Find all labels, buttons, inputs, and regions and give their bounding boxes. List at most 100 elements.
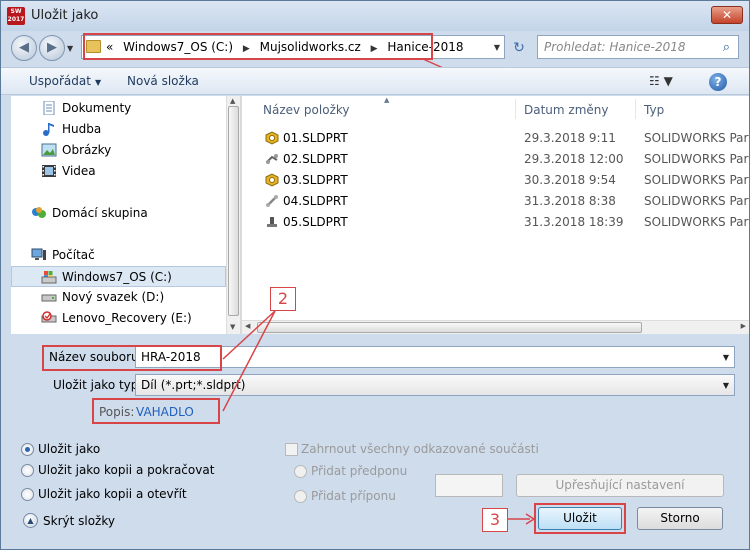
back-arrow-icon: ◀ <box>19 40 29 55</box>
filetype-label: Uložit jako typ: <box>53 378 143 392</box>
computer-icon <box>31 248 46 260</box>
sidebar-item-label: Lenovo_Recovery (E:) <box>62 311 192 325</box>
sidebar-item-homegroup[interactable]: Domácí skupina <box>11 203 226 224</box>
sidebar-item-label: Hudba <box>62 122 102 136</box>
file-row[interactable]: 03.SLDPRT 30.3.2018 9:54 SOLIDWORKS Part <box>242 170 749 191</box>
solidworks-part-icon <box>267 217 277 227</box>
sidebar-item-label: Obrázky <box>62 143 112 157</box>
file-date: 29.3.2018 12:00 <box>524 152 624 166</box>
scroll-right-icon[interactable]: ▶ <box>741 322 746 330</box>
hide-folders-button[interactable]: Skrýt složky <box>43 514 115 528</box>
sidebar-item-music[interactable]: Hudba <box>11 119 226 140</box>
file-name: 04.SLDPRT <box>283 194 348 208</box>
radio-add-prefix[interactable] <box>294 465 307 478</box>
homegroup-icon <box>32 207 46 218</box>
music-icon <box>43 123 54 136</box>
file-type: SOLIDWORKS Part <box>644 215 749 229</box>
search-icon[interactable]: ⌕ <box>723 40 730 55</box>
annotation-badge-2: 2 <box>270 287 296 311</box>
add-suffix-label: Přidat příponu <box>311 489 396 503</box>
file-type: SOLIDWORKS Part <box>644 194 749 208</box>
file-type: SOLIDWORKS Part <box>644 131 749 145</box>
sidebar-item-drive-d[interactable]: Nový svazek (D:) <box>11 287 226 308</box>
sidebar-item-drive-e[interactable]: Lenovo_Recovery (E:) <box>11 308 226 329</box>
column-header-date[interactable]: Datum změny <box>524 103 609 117</box>
toolbar: Uspořádat ▼ Nová složka ☷ ▼ ? <box>1 67 749 95</box>
collapse-folders-icon[interactable]: ▲ <box>23 513 38 528</box>
column-divider[interactable] <box>515 99 516 119</box>
radio-save-as[interactable] <box>21 443 34 456</box>
sidebar-item-documents[interactable]: Dokumenty <box>11 98 226 119</box>
column-divider[interactable] <box>635 99 636 119</box>
file-name: 03.SLDPRT <box>283 173 348 187</box>
sidebar-item-label: Videa <box>62 164 96 178</box>
options-panel: Uložit jako Uložit jako kopii a pokračov… <box>1 431 749 549</box>
back-button[interactable]: ◀ <box>11 35 37 61</box>
annotation-leader-3 <box>508 513 536 525</box>
help-icon[interactable]: ? <box>709 73 727 91</box>
sidebar-item-drive-c[interactable]: Windows7_OS (C:) <box>11 266 226 287</box>
solidworks-part-icon <box>266 154 278 164</box>
radio-add-suffix[interactable] <box>294 490 307 503</box>
radio-save-as-copy-continue[interactable] <box>21 464 34 477</box>
save-as-copy-continue-label[interactable]: Uložit jako kopii a pokračovat <box>38 463 214 477</box>
file-row[interactable]: 01.SLDPRT 29.3.2018 9:11 SOLIDWORKS Part <box>242 128 749 149</box>
address-dropdown-icon[interactable]: ▼ <box>494 43 500 52</box>
column-header-type[interactable]: Typ <box>644 103 664 117</box>
chevron-down-icon: ▼ <box>94 78 102 87</box>
drive-e-icon <box>41 311 57 323</box>
file-row[interactable]: 05.SLDPRT 31.3.2018 18:39 SOLIDWORKS Par… <box>242 212 749 233</box>
annotation-box-2a <box>42 345 222 371</box>
sidebar-item-videos[interactable]: Videa <box>11 161 226 182</box>
sidebar-item-computer[interactable]: Počítač <box>11 245 226 266</box>
file-date: 29.3.2018 9:11 <box>524 131 616 145</box>
organize-button[interactable]: Uspořádat ▼ <box>29 74 101 88</box>
sidebar-item-pictures[interactable]: Obrázky <box>11 140 226 161</box>
documents-icon <box>43 101 55 115</box>
refresh-icon[interactable]: ↻ <box>509 39 529 57</box>
videos-icon <box>42 165 56 177</box>
file-list: ▲ Název položky Datum změny Typ 01.SLDPR… <box>242 96 749 334</box>
file-date: 31.3.2018 18:39 <box>524 215 624 229</box>
scroll-up-icon[interactable]: ▲ <box>230 97 235 105</box>
search-placeholder: Prohledat: Hanice-2018 <box>544 40 686 54</box>
prefix-suffix-input[interactable] <box>435 474 503 497</box>
sort-ascending-icon: ▲ <box>384 96 390 104</box>
chevron-down-icon[interactable]: ▼ <box>723 381 729 390</box>
file-name: 02.SLDPRT <box>283 152 348 166</box>
new-folder-button[interactable]: Nová složka <box>127 74 199 88</box>
forward-button[interactable]: ▶ <box>39 35 65 61</box>
include-refs-checkbox[interactable] <box>285 443 298 456</box>
file-row[interactable]: 02.SLDPRT 29.3.2018 12:00 SOLIDWORKS Par… <box>242 149 749 170</box>
annotation-box-3 <box>534 503 626 534</box>
recent-locations-dropdown-icon[interactable]: ▼ <box>67 44 73 53</box>
file-list-horizontal-scrollbar[interactable]: ◀ ▶ <box>242 320 749 334</box>
save-as-label[interactable]: Uložit jako <box>38 442 100 456</box>
save-as-copy-open-label[interactable]: Uložit jako kopii a otevřít <box>38 487 187 501</box>
chevron-down-icon[interactable]: ▼ <box>723 353 729 362</box>
sidebar-item-label: Domácí skupina <box>52 206 148 220</box>
close-button[interactable]: ✕ <box>711 6 743 24</box>
file-type: SOLIDWORKS Part <box>644 152 749 166</box>
file-row[interactable]: 04.SLDPRT 31.3.2018 8:38 SOLIDWORKS Part <box>242 191 749 212</box>
save-as-dialog: SW 2017 Uložit jako ✕ ◀ ▶ ▼ « Windows7_O… <box>0 0 750 550</box>
file-name: 01.SLDPRT <box>283 131 348 145</box>
add-prefix-label: Přidat předponu <box>311 464 408 478</box>
annotation-box-1 <box>83 33 433 60</box>
horizontal-scroll-thumb[interactable] <box>257 322 642 333</box>
radio-save-as-copy-open[interactable] <box>21 488 34 501</box>
file-type: SOLIDWORKS Part <box>644 173 749 187</box>
advanced-settings-button[interactable]: Upřesňující nastavení <box>516 474 724 497</box>
cancel-button[interactable]: Storno <box>637 507 723 530</box>
sidebar-item-label: Dokumenty <box>62 101 132 115</box>
view-options-icon[interactable]: ☷ ▼ <box>649 74 677 88</box>
title-bar: SW 2017 Uložit jako ✕ <box>1 1 749 31</box>
sidebar-scroll-thumb[interactable] <box>228 106 239 316</box>
solidworks-part-icon <box>265 131 279 145</box>
search-input[interactable]: Prohledat: Hanice-2018 ⌕ <box>537 35 739 59</box>
column-header-name[interactable]: Název položky <box>263 103 349 117</box>
forward-arrow-icon: ▶ <box>47 40 57 55</box>
sidebar-item-label: Nový svazek (D:) <box>62 290 165 304</box>
solidworks-part-icon <box>266 195 278 207</box>
file-date: 30.3.2018 9:54 <box>524 173 616 187</box>
